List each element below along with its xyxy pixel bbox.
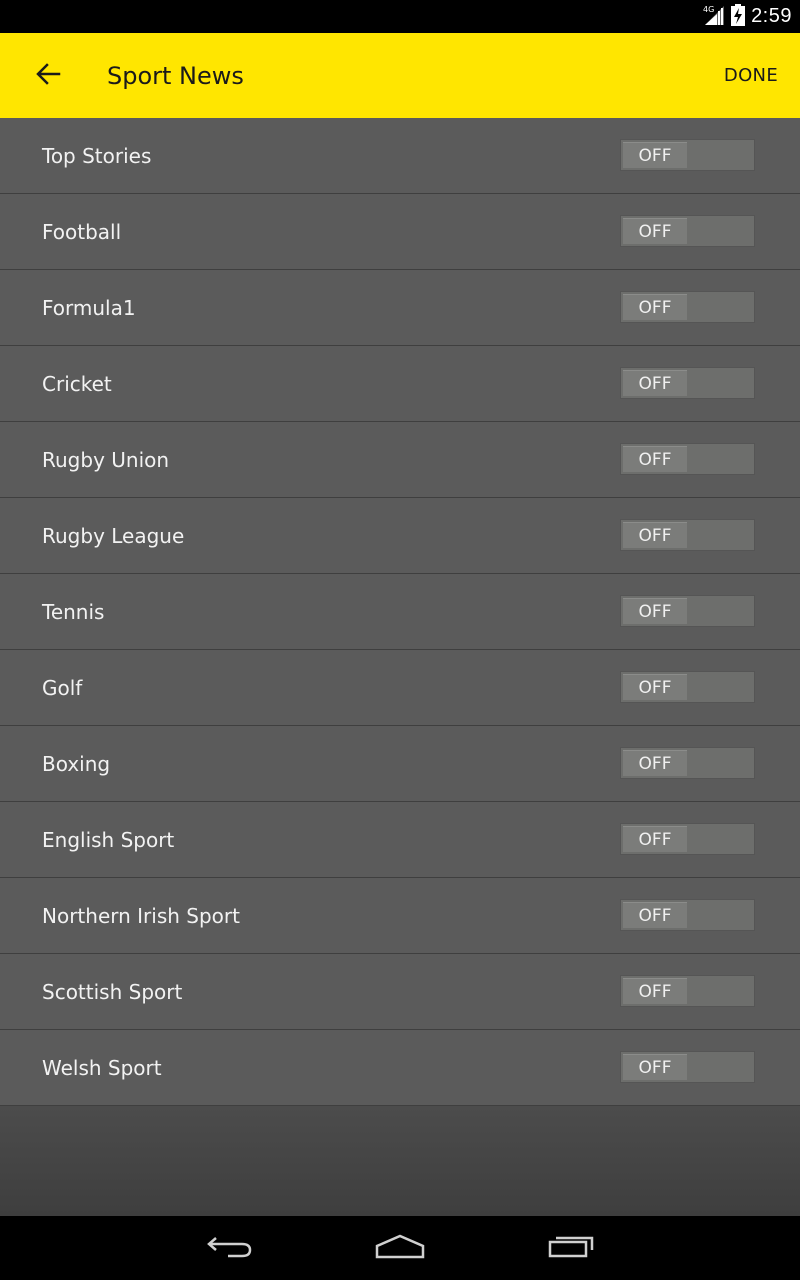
toggle-state: OFF (623, 598, 687, 624)
topic-label: Golf (42, 675, 83, 700)
topic-toggle[interactable]: OFF (620, 899, 755, 931)
nav-recents-button[interactable] (526, 1216, 616, 1280)
toggle-state: OFF (623, 294, 687, 320)
back-button[interactable] (22, 54, 74, 98)
topic-toggle[interactable]: OFF (620, 215, 755, 247)
list-item: English Sport OFF (0, 802, 800, 878)
topic-toggle[interactable]: OFF (620, 519, 755, 551)
signal-4g-icon: 4G (703, 4, 725, 30)
topic-label: Boxing (42, 751, 111, 776)
recent-apps-icon (547, 1232, 595, 1264)
topic-toggle[interactable]: OFF (620, 595, 755, 627)
home-icon (374, 1232, 426, 1264)
toggle-state: OFF (623, 370, 687, 396)
empty-area (0, 1106, 800, 1216)
list-item: Boxing OFF (0, 726, 800, 802)
topic-toggle[interactable]: OFF (620, 823, 755, 855)
toggle-state: OFF (623, 826, 687, 852)
list-item: Football OFF (0, 194, 800, 270)
toggle-state: OFF (623, 902, 687, 928)
status-icons: 4G 2:59 (703, 0, 792, 33)
topic-toggle[interactable]: OFF (620, 1051, 755, 1083)
list-item: Cricket OFF (0, 346, 800, 422)
topic-label: Tennis (42, 599, 105, 624)
toggle-state: OFF (623, 522, 687, 548)
topic-label: Rugby Union (42, 447, 170, 472)
topic-toggle[interactable]: OFF (620, 671, 755, 703)
topic-toggle[interactable]: OFF (620, 747, 755, 779)
list-item: Welsh Sport OFF (0, 1030, 800, 1106)
topic-toggle[interactable]: OFF (620, 139, 755, 171)
toggle-state: OFF (623, 978, 687, 1004)
done-button[interactable]: DONE (724, 33, 778, 118)
list-item: Golf OFF (0, 650, 800, 726)
toggle-state: OFF (623, 218, 687, 244)
list-item: Northern Irish Sport OFF (0, 878, 800, 954)
topic-toggle[interactable]: OFF (620, 975, 755, 1007)
status-time: 2:59 (751, 5, 792, 27)
back-icon (206, 1232, 254, 1264)
status-bar: 4G 2:59 (0, 0, 800, 33)
topic-list: Top Stories OFF Football OFF Formula1 OF… (0, 118, 800, 1106)
topic-label: Top Stories (42, 143, 152, 168)
app-bar: Sport News DONE (0, 33, 800, 118)
battery-charging-icon (731, 3, 746, 30)
topic-label: Formula1 (42, 295, 136, 320)
topic-label: Rugby League (42, 523, 185, 548)
nav-home-button[interactable] (355, 1216, 445, 1280)
list-item: Top Stories OFF (0, 118, 800, 194)
topic-toggle[interactable]: OFF (620, 291, 755, 323)
topic-label: Cricket (42, 371, 112, 396)
svg-text:4G: 4G (703, 5, 714, 14)
arrow-left-icon (35, 61, 61, 91)
topic-label: Football (42, 219, 122, 244)
nav-back-button[interactable] (185, 1216, 275, 1280)
toggle-state: OFF (623, 1054, 687, 1080)
system-nav-bar (0, 1216, 800, 1280)
toggle-state: OFF (623, 750, 687, 776)
topic-toggle[interactable]: OFF (620, 443, 755, 475)
list-item: Rugby League OFF (0, 498, 800, 574)
topic-label: Welsh Sport (42, 1055, 162, 1080)
list-item: Tennis OFF (0, 574, 800, 650)
toggle-state: OFF (623, 674, 687, 700)
list-item: Scottish Sport OFF (0, 954, 800, 1030)
topic-label: Northern Irish Sport (42, 903, 240, 928)
list-item: Rugby Union OFF (0, 422, 800, 498)
topic-label: English Sport (42, 827, 175, 852)
list-item: Formula1 OFF (0, 270, 800, 346)
topic-toggle[interactable]: OFF (620, 367, 755, 399)
page-title: Sport News (107, 61, 244, 90)
topic-label: Scottish Sport (42, 979, 183, 1004)
toggle-state: OFF (623, 142, 687, 168)
toggle-state: OFF (623, 446, 687, 472)
